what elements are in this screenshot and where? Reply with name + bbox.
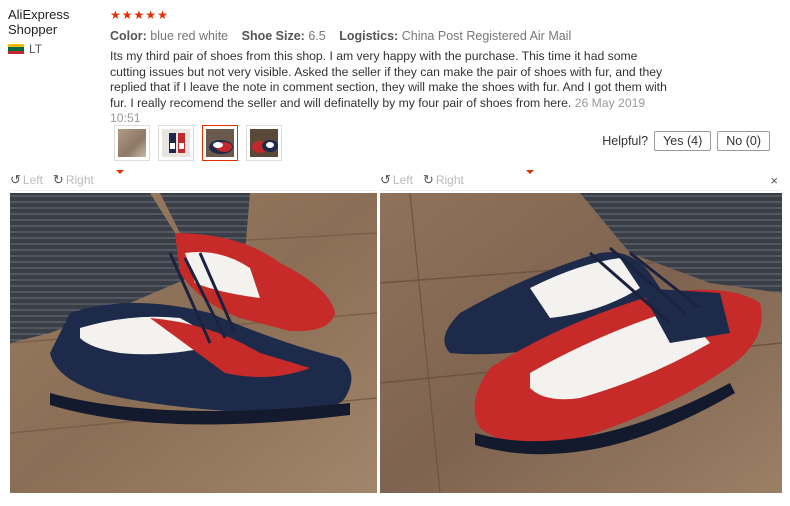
image-viewer: ↺ Left ↻ Right ↺ Left ↻ Right × [0,170,790,506]
attr-logistics-value: China Post Registered Air Mail [401,29,572,43]
reviewer-country: LT [8,42,103,56]
attr-color-key: Color: [110,29,147,43]
rotate-right-button[interactable]: ↻ Right [53,172,94,188]
review-text: Its my third pair of shoes from this sho… [110,49,670,127]
helpful-label: Helpful? [602,134,649,148]
rotate-right-icon: ↻ [422,172,434,187]
attr-color-value: blue red white [150,29,229,43]
rotate-right-button[interactable]: ↻ Right [423,172,464,188]
image-panel-right: ↺ Left ↻ Right × [379,170,783,498]
attr-size-key: Shoe Size: [241,29,305,43]
thumbnail-2[interactable] [158,125,194,161]
thumbnail-1[interactable] [114,125,150,161]
attr-logistics-key: Logistics: [339,29,399,43]
image-toolbar: ↺ Left ↻ Right × [380,170,782,191]
thumbnail-3-active[interactable] [202,125,238,161]
thumbnail-shoes-image [169,133,185,153]
star-icon: ★ [145,8,157,22]
rotate-left-button[interactable]: ↺ Left [380,172,413,188]
star-rating: ★ ★ ★ ★ ★ [110,7,670,23]
thumbnail-4[interactable] [246,125,282,161]
reviewer-info: AliExpress Shopper LT [8,7,103,56]
image-pointer-caret [116,170,124,174]
helpful-no-button[interactable]: No (0) [717,131,770,151]
image-toolbar: ↺ Left ↻ Right [10,170,377,191]
rotate-left-icon: ↺ [380,172,391,187]
star-icon: ★ [121,8,133,22]
star-icon: ★ [133,8,145,22]
image-panel-left: ↺ Left ↻ Right [9,170,378,498]
thumbnail-shoes-image [252,140,278,153]
attr-size-value: 6.5 [308,29,326,43]
review-photo-left[interactable] [9,193,378,493]
image-pointer-caret [526,170,534,174]
helpful-votes: Helpful? Yes (4) No (0) [602,131,770,151]
country-code: LT [29,42,43,56]
star-icon: ★ [110,8,121,22]
review-thumbnails [114,125,282,161]
order-attributes: Color: blue red white Shoe Size: 6.5 Log… [110,29,670,43]
reviewer-name: AliExpress Shopper [8,7,70,37]
lithuania-flag-icon [8,44,24,54]
close-viewer-button[interactable]: × [770,173,778,188]
star-icon: ★ [157,8,168,22]
review-body: ★ ★ ★ ★ ★ Color: blue red white Shoe Siz… [110,7,670,127]
rotate-left-label: Left [22,173,43,187]
thumbnail-shoes-image [209,140,233,154]
rotate-left-button[interactable]: ↺ Left [10,172,43,188]
review-photo-right[interactable] [379,192,783,494]
rotate-left-icon: ↺ [10,172,21,187]
rotate-right-label: Right [435,173,464,187]
rotate-right-icon: ↻ [52,172,64,187]
rotate-left-label: Left [392,173,413,187]
rotate-right-label: Right [65,173,94,187]
helpful-yes-button[interactable]: Yes (4) [654,131,712,151]
